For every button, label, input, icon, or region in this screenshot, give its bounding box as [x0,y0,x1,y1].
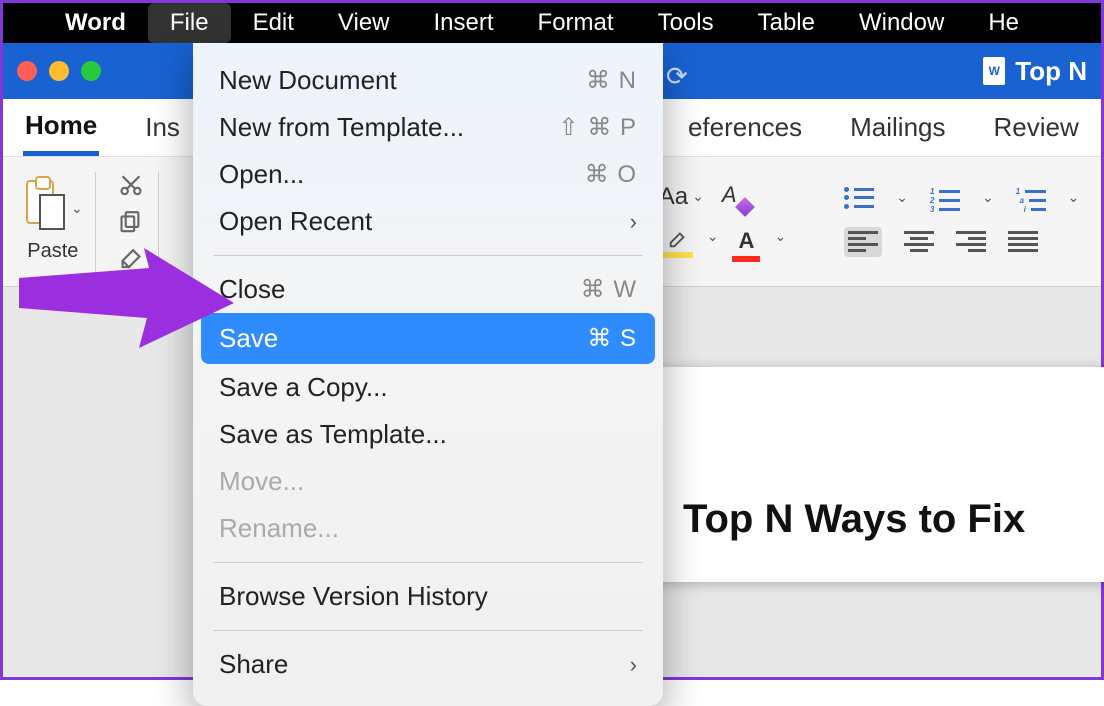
menu-tools[interactable]: Tools [636,3,736,43]
align-center-button[interactable] [904,231,934,253]
document-heading: Top N Ways to Fix [683,497,1091,542]
numbered-list-icon[interactable]: 123 [930,187,960,209]
bullet-list-icon[interactable] [844,187,874,209]
mac-menubar: Word File Edit View Insert Format Tools … [3,3,1101,43]
window-controls [17,61,101,81]
menu-separator [213,562,643,563]
paste-label: Paste [27,240,78,263]
file-menu-rename: Rename... [193,505,663,552]
clipboard-tools [118,172,159,272]
align-left-button[interactable] [844,227,882,257]
chevron-down-icon[interactable]: ⌄ [896,189,908,206]
word-doc-icon: W [983,57,1005,85]
align-justify-button[interactable] [1008,231,1038,253]
file-menu-open[interactable]: Open... ⌘ O [193,151,663,198]
file-menu-close[interactable]: Close ⌘ W [193,266,663,313]
menu-edit[interactable]: Edit [231,3,316,43]
zoom-window-button[interactable] [81,61,101,81]
document-title-text: Top N [1015,56,1087,87]
font-color-button[interactable]: A [732,228,760,262]
file-menu-share[interactable]: Share › [193,641,663,688]
tab-home[interactable]: Home [23,100,99,156]
file-menu-save-a-copy[interactable]: Save a Copy... [193,364,663,411]
chevron-down-icon: ⌄ [692,188,704,205]
file-menu-move: Move... [193,458,663,505]
tab-references[interactable]: eferences [686,102,804,153]
fontcolor-dropdown-icon[interactable]: ⌄ [774,228,786,262]
menu-table[interactable]: Table [736,3,837,43]
menu-format[interactable]: Format [516,3,636,43]
tab-mailings[interactable]: Mailings [848,102,947,153]
document-title[interactable]: W Top N [983,56,1087,87]
menu-app-name[interactable]: Word [43,3,148,43]
tab-review[interactable]: Review [992,102,1081,153]
change-case-button[interactable]: Aa ⌄ [659,183,704,211]
menu-view[interactable]: View [316,3,412,43]
multilevel-list-icon[interactable]: 1ai [1016,187,1046,209]
chevron-right-icon: › [630,652,637,678]
minimize-window-button[interactable] [49,61,69,81]
highlight-color-button[interactable] [663,228,693,262]
chevron-down-icon[interactable]: ⌄ [1068,189,1080,206]
file-menu-browse-version-history[interactable]: Browse Version History [193,573,663,620]
paragraph-group: ⌄ 123 ⌄ 1ai ⌄ [830,187,1093,257]
paste-dropdown-icon[interactable]: ⌄ [71,200,83,217]
tab-insert[interactable]: Ins [143,102,182,153]
file-menu-open-recent[interactable]: Open Recent › [193,198,663,245]
sync-icon[interactable]: ⟳ [666,61,688,92]
menu-separator [213,630,643,631]
align-right-button[interactable] [956,231,986,253]
menu-file[interactable]: File [148,3,231,43]
copy-icon[interactable] [118,209,144,234]
menu-window[interactable]: Window [837,3,966,43]
file-menu-new-document[interactable]: New Document ⌘ N [193,57,663,104]
clear-formatting-icon[interactable] [720,182,750,212]
menu-separator [213,255,643,256]
paste-icon[interactable] [23,180,67,236]
file-menu-new-from-template[interactable]: New from Template... ⇧ ⌘ P [193,104,663,151]
file-menu-save[interactable]: Save ⌘ S [201,313,655,364]
menu-insert[interactable]: Insert [412,3,516,43]
menu-help[interactable]: He [966,3,1041,43]
format-painter-icon[interactable] [118,246,144,271]
chevron-down-icon[interactable]: ⌄ [982,189,994,206]
paste-group: ⌄ Paste [23,172,96,272]
highlight-dropdown-icon[interactable]: ⌄ [707,228,719,262]
file-menu-dropdown: New Document ⌘ N New from Template... ⇧ … [193,43,663,706]
cut-icon[interactable] [118,172,144,197]
chevron-right-icon: › [630,209,637,235]
file-menu-save-as-template[interactable]: Save as Template... [193,411,663,458]
close-window-button[interactable] [17,61,37,81]
